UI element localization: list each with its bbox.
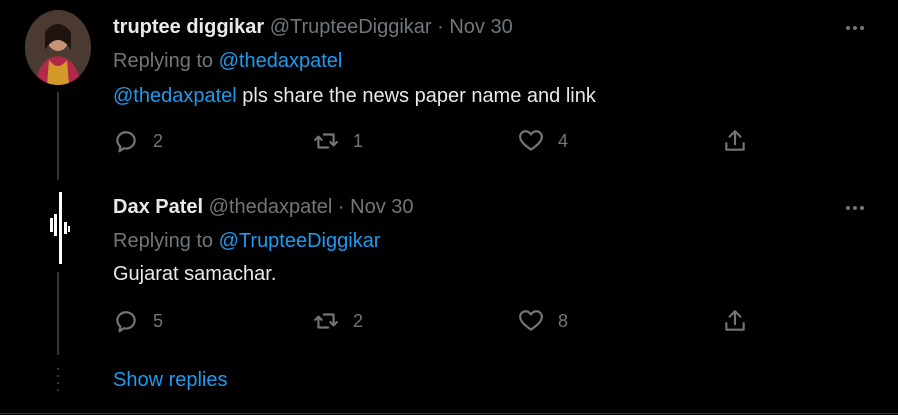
reply-count: 2 xyxy=(153,130,164,151)
tweet-date[interactable]: Nov 30 xyxy=(350,196,413,218)
replying-to: Replying to @thedaxpatel xyxy=(113,50,342,73)
avatar-dax[interactable] xyxy=(40,188,76,268)
replying-mention[interactable]: @TrupteeDiggikar xyxy=(219,230,381,252)
reply-icon xyxy=(116,311,136,333)
more-icon[interactable] xyxy=(846,22,870,34)
like-button[interactable]: 4 xyxy=(518,128,568,154)
replying-prefix: Replying to xyxy=(113,230,214,252)
more-icon[interactable] xyxy=(846,202,870,214)
tweet-actions: 5 2 8 xyxy=(113,308,763,338)
reply-button[interactable]: 2 xyxy=(113,128,163,154)
retweet-count: 1 xyxy=(353,130,364,151)
thread-line xyxy=(57,272,59,355)
tweet-date[interactable]: Nov 30 xyxy=(449,16,512,38)
tweet-text: Gujarat samachar. xyxy=(113,263,277,285)
reply-icon xyxy=(116,131,136,153)
like-icon xyxy=(519,310,543,331)
text-body: pls share the news paper name and link xyxy=(236,85,596,107)
tweet-truptee[interactable]: truptee diggikar @TrupteeDiggikar · Nov … xyxy=(0,0,898,180)
replying-to: Replying to @TrupteeDiggikar xyxy=(113,230,380,253)
replying-prefix: Replying to xyxy=(113,50,214,72)
share-icon xyxy=(725,130,745,151)
retweet-icon xyxy=(314,133,338,149)
author-handle[interactable]: @TrupteeDiggikar xyxy=(270,16,432,38)
text-mention[interactable]: @thedaxpatel xyxy=(113,85,237,107)
like-icon xyxy=(519,130,543,151)
share-button[interactable] xyxy=(722,308,748,334)
tweet-actions: 2 1 4 xyxy=(113,128,763,158)
reply-count: 5 xyxy=(153,310,164,331)
avatar-truptee[interactable] xyxy=(25,10,91,85)
dotted-thread-line xyxy=(57,368,59,392)
tweet-header: Dax Patel @thedaxpatel · Nov 30 xyxy=(113,196,414,219)
separator-dot: · xyxy=(437,16,444,38)
author-name[interactable]: truptee diggikar xyxy=(113,16,264,38)
avatar-photo-icon xyxy=(25,10,91,85)
divider xyxy=(0,413,898,414)
separator-dot: · xyxy=(337,196,345,218)
tweet-dax[interactable]: Dax Patel @thedaxpatel · Nov 30 Replying… xyxy=(0,180,898,360)
like-count: 4 xyxy=(558,130,569,151)
retweet-button[interactable]: 1 xyxy=(313,128,363,154)
retweet-button[interactable]: 2 xyxy=(313,308,363,334)
thread-line xyxy=(57,92,59,180)
avatar-logo-icon xyxy=(50,192,70,264)
reply-button[interactable]: 5 xyxy=(113,308,163,334)
like-button[interactable]: 8 xyxy=(518,308,568,334)
like-count: 8 xyxy=(558,310,569,331)
share-button[interactable] xyxy=(722,128,748,154)
retweet-icon xyxy=(314,313,338,329)
show-replies-link[interactable]: Show replies xyxy=(113,369,228,392)
share-icon xyxy=(725,310,745,331)
tweet-text: @thedaxpatel pls share the news paper na… xyxy=(113,85,596,108)
retweet-count: 2 xyxy=(353,310,364,331)
author-name[interactable]: Dax Patel xyxy=(113,196,203,218)
author-handle[interactable]: @thedaxpatel xyxy=(209,196,333,218)
tweet-header: truptee diggikar @TrupteeDiggikar · Nov … xyxy=(113,16,513,39)
replying-mention[interactable]: @thedaxpatel xyxy=(219,50,343,72)
